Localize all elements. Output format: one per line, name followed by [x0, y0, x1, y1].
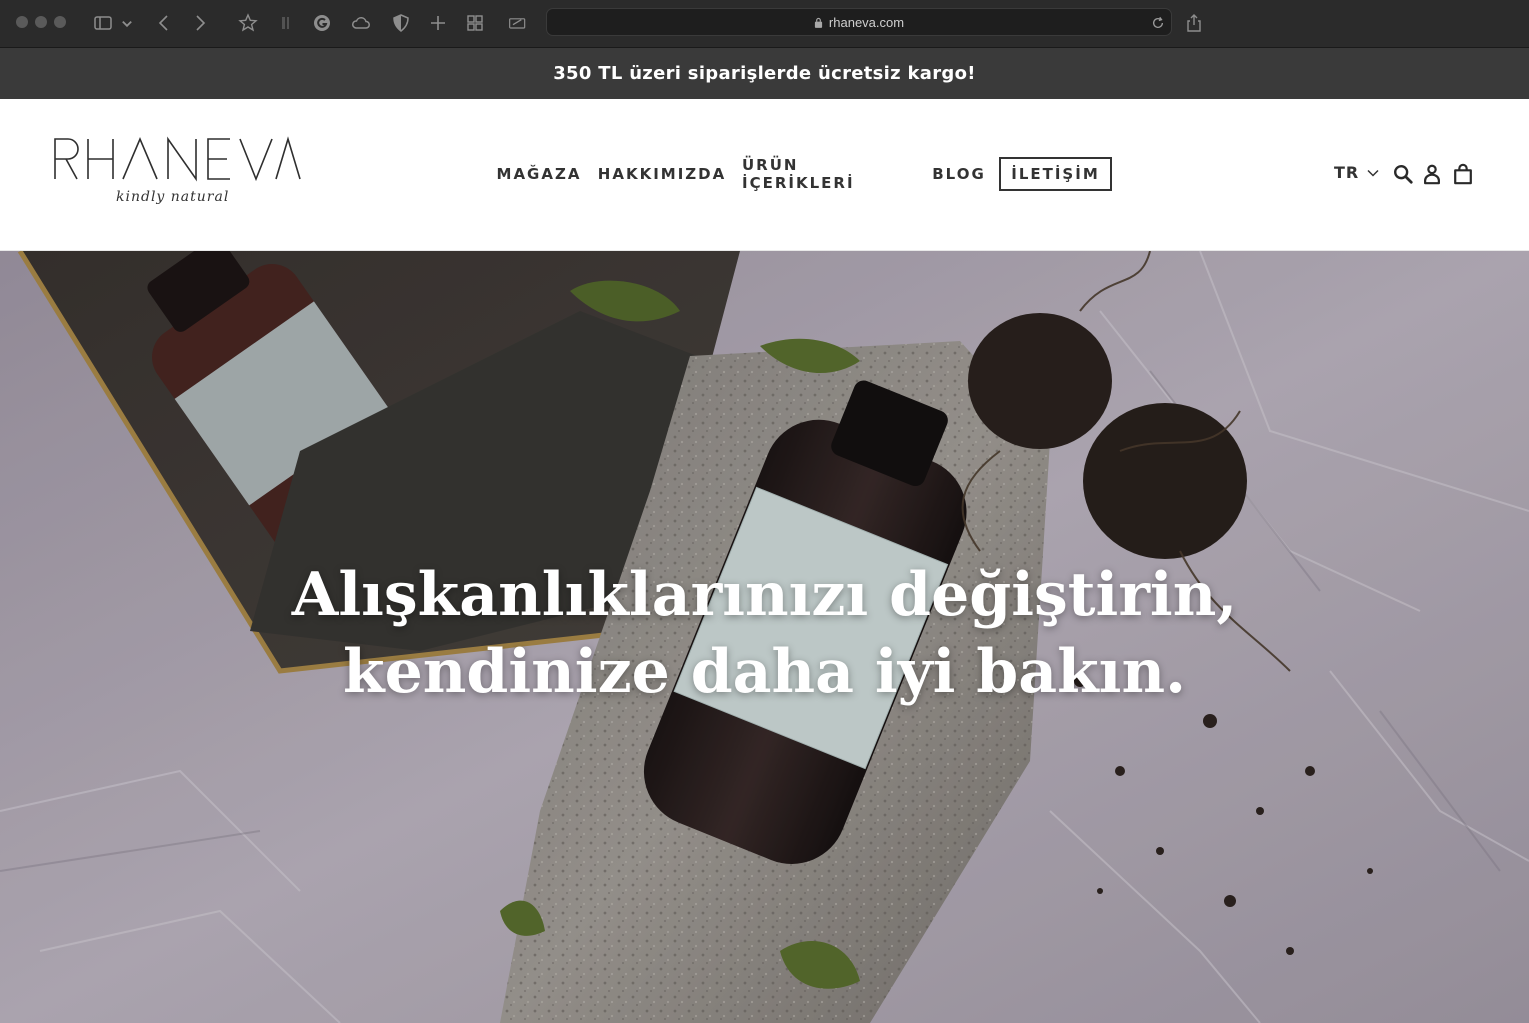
extension-icon[interactable]: [276, 12, 298, 34]
site-header: kindly natural MAĞAZA HAKKIMIZDA ÜRÜN İÇ…: [0, 99, 1529, 251]
search-icon[interactable]: [1391, 162, 1415, 186]
hero-headline: Alışkanlıklarınızı değiştirin, kendinize…: [0, 557, 1529, 711]
nav-item-magaza[interactable]: MAĞAZA: [496, 157, 582, 191]
main-navigation: MAĞAZA HAKKIMIZDA ÜRÜN İÇERİKLERİ BLOG İ…: [0, 156, 1529, 192]
minimize-window-button[interactable]: [35, 16, 47, 28]
cloud-icon[interactable]: [350, 12, 372, 34]
share-icon[interactable]: [1183, 12, 1205, 34]
bookmark-star-icon[interactable]: [237, 12, 259, 34]
new-tab-plus-icon[interactable]: [427, 12, 449, 34]
hero-banner[interactable]: Alışkanlıklarınızı değiştirin, kendinize…: [0, 251, 1529, 1023]
grammarly-icon[interactable]: [311, 12, 333, 34]
nav-item-urun-icerikleri[interactable]: ÜRÜN İÇERİKLERİ: [742, 156, 914, 192]
language-selector[interactable]: TR: [1334, 163, 1379, 182]
reload-icon[interactable]: [1149, 14, 1167, 32]
reader-edit-icon[interactable]: [505, 12, 531, 34]
forward-icon[interactable]: [189, 12, 211, 34]
logo-tagline: kindly natural: [116, 189, 230, 205]
address-bar[interactable]: rhaneva.com: [546, 8, 1172, 36]
sidebar-toggle-icon[interactable]: [92, 12, 114, 34]
back-icon[interactable]: [153, 12, 175, 34]
zoom-window-button[interactable]: [54, 16, 66, 28]
nav-item-iletisim[interactable]: İLETİŞİM: [999, 157, 1112, 191]
hero-headline-line-1: Alışkanlıklarınızı değiştirin,: [291, 560, 1238, 630]
browser-toolbar: rhaneva.com: [0, 0, 1529, 48]
chevron-down-icon[interactable]: [120, 12, 134, 34]
close-window-button[interactable]: [16, 16, 28, 28]
chevron-down-icon: [1367, 169, 1379, 177]
url-text: rhaneva.com: [828, 14, 905, 30]
cart-icon[interactable]: [1451, 162, 1475, 186]
hero-headline-line-2: kendinize daha iyi bakın.: [343, 637, 1186, 707]
tab-overview-icon[interactable]: [464, 12, 486, 34]
nav-item-hakkimizda[interactable]: HAKKIMIZDA: [598, 157, 726, 191]
language-label: TR: [1334, 163, 1360, 182]
nav-item-blog[interactable]: BLOG: [930, 157, 988, 191]
lock-icon: [814, 16, 824, 28]
account-icon[interactable]: [1420, 162, 1444, 186]
shield-icon[interactable]: [390, 12, 412, 34]
announcement-text: 350 TL üzeri siparişlerde ücretsiz kargo…: [553, 63, 976, 84]
announcement-bar: 350 TL üzeri siparişlerde ücretsiz kargo…: [0, 48, 1529, 99]
